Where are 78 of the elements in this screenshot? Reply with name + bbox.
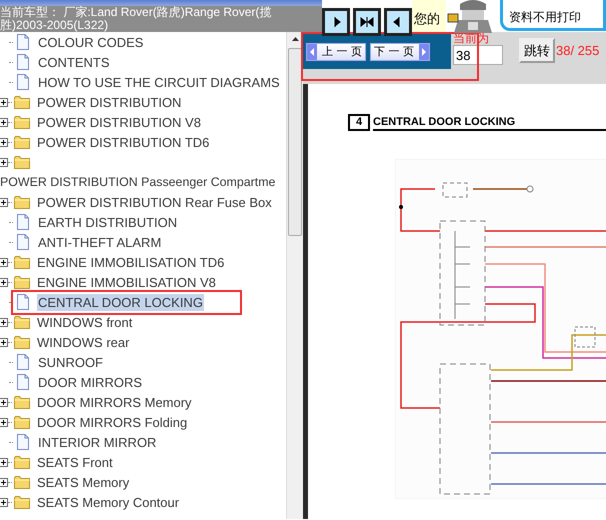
folder-icon <box>13 493 31 511</box>
document-icon <box>14 433 32 451</box>
folder-icon <box>13 153 31 171</box>
expand-toggle[interactable] <box>0 458 8 466</box>
expand-right-button[interactable] <box>322 8 350 36</box>
document-icon <box>14 213 32 231</box>
expand-toggle[interactable] <box>0 198 8 206</box>
previous-page-button[interactable]: 上 一 页 <box>306 42 366 60</box>
scroll-thumb[interactable] <box>288 48 302 236</box>
tree-item[interactable]: DOOR MIRRORS Memory <box>36 394 193 410</box>
tree-item[interactable]: DOOR MIRRORS <box>37 374 143 390</box>
expand-toggle[interactable] <box>0 338 8 346</box>
folder-icon <box>13 193 31 211</box>
tree-item[interactable]: EARTH DISTRIBUTION <box>37 214 178 230</box>
tree-item[interactable]: COLOUR CODES <box>37 34 144 50</box>
tree-item[interactable]: SUNROOF <box>37 354 104 370</box>
scrollbar[interactable] <box>286 32 303 519</box>
document-icon <box>14 73 32 91</box>
vehicle-title: 当前车型： 厂家:Land Rover(路虎)Range Rover(揽胜)2003-2005(L322) <box>0 6 272 32</box>
tree-item[interactable]: CONTENTS <box>37 54 110 70</box>
folder-icon <box>13 273 31 291</box>
folder-icon <box>13 93 31 111</box>
document-icon <box>14 373 32 391</box>
folder-icon <box>13 333 31 351</box>
tree-item[interactable]: SEATS Memory <box>36 474 130 490</box>
tree-item[interactable]: POWER DISTRIBUTION TD6 <box>36 134 210 150</box>
expand-toggle[interactable] <box>0 158 8 166</box>
document-icon <box>14 293 32 311</box>
tree-item[interactable]: POWER DISTRIBUTION V8 <box>36 114 202 130</box>
tree-item[interactable]: HOW TO USE THE CIRCUIT DIAGRAMS <box>37 74 281 90</box>
tree-item[interactable]: WINDOWS front <box>36 314 134 330</box>
folder-icon <box>13 113 31 131</box>
expand-toggle[interactable] <box>0 118 8 126</box>
tree-item[interactable]: ENGINE IMMOBILISATION TD6 <box>36 254 226 270</box>
section-title: CENTRAL DOOR LOCKING <box>373 116 606 131</box>
tree-item[interactable]: SEATS Front <box>36 454 114 470</box>
split-button[interactable] <box>353 8 381 36</box>
tree-item[interactable]: POWER DISTRIBUTION Passeenger Compartme <box>0 175 276 189</box>
page-number-field[interactable]: 38 <box>453 45 503 65</box>
arrow-right-icon <box>419 44 429 60</box>
expand-toggle[interactable] <box>0 398 8 406</box>
folder-icon <box>13 253 31 271</box>
arrow-left-icon <box>307 44 317 60</box>
expand-toggle[interactable] <box>0 98 8 106</box>
folder-icon <box>13 453 31 471</box>
expand-toggle[interactable] <box>0 478 8 486</box>
tree-item[interactable]: ANTI-THEFT ALARM <box>37 234 162 250</box>
expand-toggle[interactable] <box>0 278 8 286</box>
tree-item[interactable]: ENGINE IMMOBILISATION V8 <box>36 274 217 290</box>
section-number: 4 <box>348 114 370 131</box>
arrows-inward-icon <box>360 16 374 28</box>
folder-icon <box>13 393 31 411</box>
tree-item[interactable]: POWER DISTRIBUTION <box>36 94 182 110</box>
folder-icon <box>13 473 31 491</box>
tree-item[interactable]: SEATS Memory Contour <box>36 494 180 510</box>
jump-button[interactable]: 跳转 <box>519 38 555 63</box>
ad-text: 资料不用打印 <box>509 9 581 26</box>
expand-toggle[interactable] <box>0 498 8 506</box>
tree-item[interactable]: WINDOWS rear <box>36 334 130 350</box>
expand-left-button[interactable] <box>384 8 412 36</box>
folder-icon <box>13 313 31 331</box>
tree-item[interactable]: DOOR MIRRORS Folding <box>36 414 188 430</box>
next-page-button[interactable]: 下 一 页 <box>370 42 430 60</box>
page-count: 38/ 255 <box>556 43 600 58</box>
notice-text: 您的 <box>412 0 446 32</box>
document-icon <box>14 233 32 251</box>
tree-item[interactable]: CENTRAL DOOR LOCKING <box>37 294 204 310</box>
document-icon <box>14 33 32 51</box>
document-icon <box>14 53 32 71</box>
folder-icon <box>13 413 31 431</box>
expand-toggle[interactable] <box>0 258 8 266</box>
expand-toggle[interactable] <box>0 138 8 146</box>
tree-item[interactable]: INTERIOR MIRROR <box>37 434 158 450</box>
tree-item[interactable]: POWER DISTRIBUTION Rear Fuse Box <box>36 194 273 210</box>
folder-icon <box>13 133 31 151</box>
expand-toggle[interactable] <box>0 318 8 326</box>
document-icon <box>14 353 32 371</box>
expand-toggle[interactable] <box>0 418 8 426</box>
